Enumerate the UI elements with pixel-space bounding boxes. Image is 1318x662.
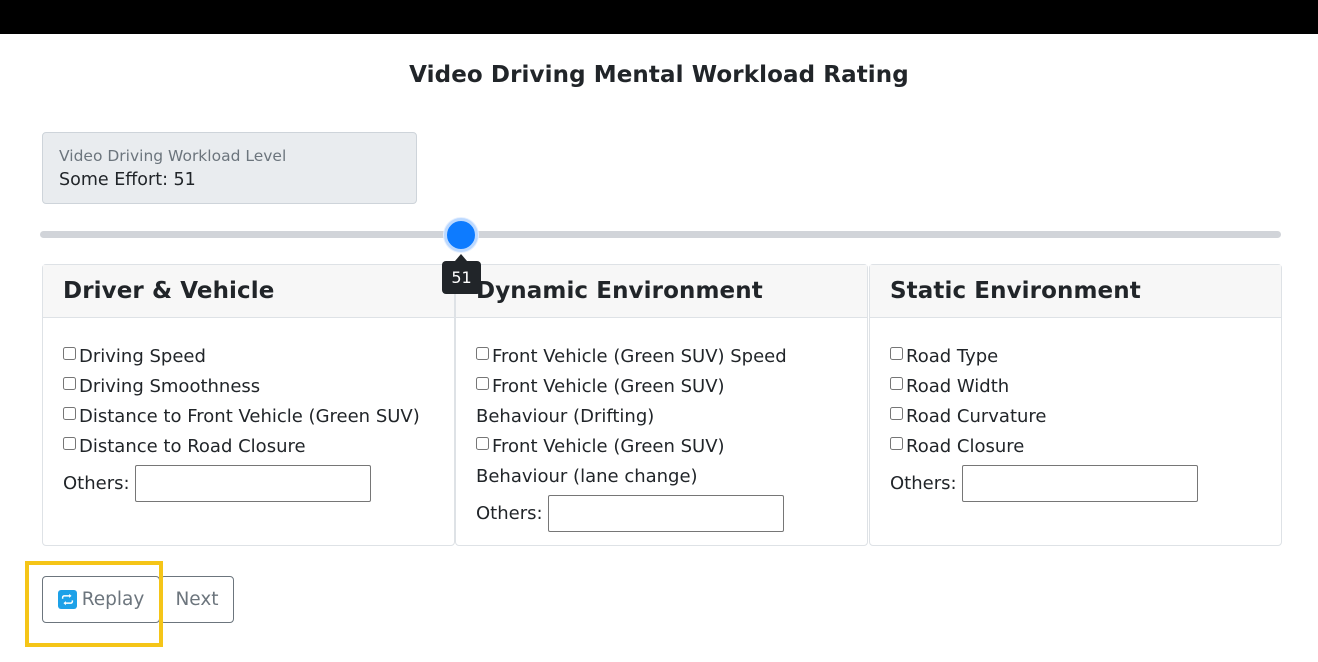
driver-others-input[interactable] <box>134 465 371 502</box>
static-environment-card: Static Environment Road Type Road Width … <box>869 264 1282 546</box>
workload-level-value: Some Effort: 51 <box>59 170 196 190</box>
slider-value-tooltip: 51 <box>442 254 481 294</box>
others-label: Others: <box>476 502 543 524</box>
card-title: Dynamic Environment <box>456 265 867 318</box>
option-road-width[interactable]: Road Width <box>890 372 1261 402</box>
others-row: Others: <box>63 465 434 502</box>
checkbox[interactable] <box>890 437 903 450</box>
option-road-closure[interactable]: Road Closure <box>890 432 1261 462</box>
others-label: Others: <box>63 472 130 494</box>
driver-vehicle-card: Driver & Vehicle Driving Speed Driving S… <box>42 264 455 546</box>
top-bar <box>0 0 1318 34</box>
option-distance-road-closure[interactable]: Distance to Road Closure <box>63 432 434 462</box>
checkbox[interactable] <box>476 347 489 360</box>
page-title: Video Driving Mental Workload Rating <box>409 62 909 88</box>
others-row: Others: <box>476 495 817 532</box>
checkbox[interactable] <box>63 407 76 420</box>
option-front-vehicle-drifting[interactable]: Front Vehicle (Green SUV) Behaviour (Dri… <box>476 372 817 432</box>
checkbox[interactable] <box>890 407 903 420</box>
dynamic-environment-card: Dynamic Environment Front Vehicle (Green… <box>455 264 868 546</box>
next-button[interactable]: Next <box>160 576 234 623</box>
option-distance-front-vehicle[interactable]: Distance to Front Vehicle (Green SUV) <box>63 402 434 432</box>
replay-label: Replay <box>81 589 145 610</box>
checkbox[interactable] <box>63 437 76 450</box>
option-front-vehicle-speed[interactable]: Front Vehicle (Green SUV) Speed <box>476 342 817 372</box>
card-title: Driver & Vehicle <box>43 265 454 318</box>
workload-slider-thumb[interactable] <box>444 218 478 252</box>
option-driving-speed[interactable]: Driving Speed <box>63 342 434 372</box>
workload-slider-track[interactable] <box>40 231 1281 238</box>
checkbox[interactable] <box>63 347 76 360</box>
next-label: Next <box>175 589 219 610</box>
checkbox[interactable] <box>476 437 489 450</box>
card-title: Static Environment <box>870 265 1281 318</box>
dynamic-others-input[interactable] <box>547 495 784 532</box>
replay-button[interactable]: Replay <box>42 576 160 623</box>
option-road-type[interactable]: Road Type <box>890 342 1261 372</box>
others-label: Others: <box>890 472 957 494</box>
checkbox[interactable] <box>476 377 489 390</box>
others-row: Others: <box>890 465 1261 502</box>
option-road-curvature[interactable]: Road Curvature <box>890 402 1261 432</box>
workload-level-label: Video Driving Workload Level <box>59 147 287 165</box>
checkbox[interactable] <box>890 347 903 360</box>
workload-level-display: Video Driving Workload Level Some Effort… <box>42 132 417 204</box>
static-others-input[interactable] <box>961 465 1198 502</box>
option-front-vehicle-lane-change[interactable]: Front Vehicle (Green SUV) Behaviour (lan… <box>476 432 817 492</box>
checkbox[interactable] <box>63 377 76 390</box>
option-driving-smoothness[interactable]: Driving Smoothness <box>63 372 434 402</box>
replay-icon <box>57 590 77 609</box>
checkbox[interactable] <box>890 377 903 390</box>
